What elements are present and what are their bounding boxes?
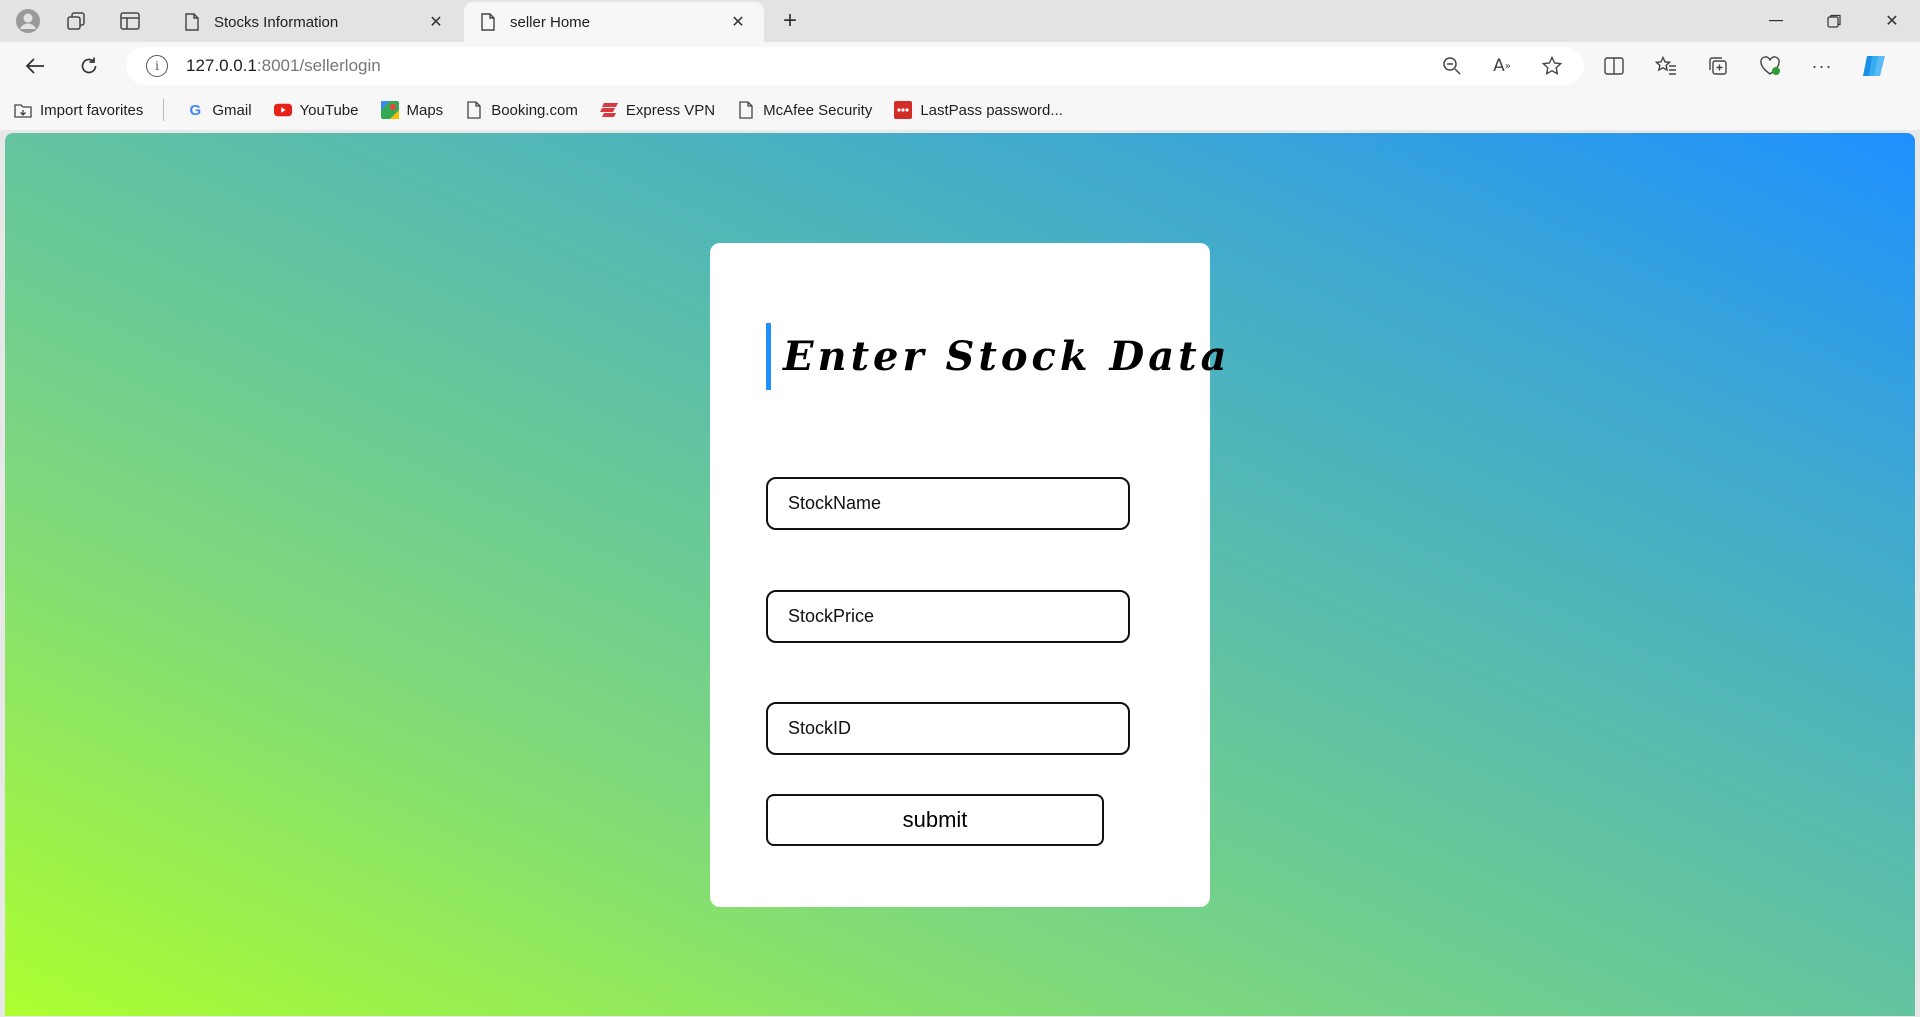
favorites-icon[interactable] bbox=[1652, 54, 1680, 78]
url-path: :8001/sellerlogin bbox=[256, 56, 381, 75]
submit-button[interactable]: submit bbox=[766, 794, 1104, 846]
address-bar[interactable]: i 127.0.0.1:8001/sellerlogin A» bbox=[126, 47, 1584, 85]
page-icon bbox=[185, 13, 199, 31]
close-window-icon[interactable]: ✕ bbox=[1864, 0, 1920, 42]
page-icon bbox=[481, 13, 495, 31]
vertical-tabs-icon[interactable] bbox=[112, 6, 148, 36]
browser-toolbar: i 127.0.0.1:8001/sellerlogin A» ··· bbox=[0, 42, 1920, 90]
restore-icon[interactable] bbox=[1806, 0, 1862, 42]
bookmark-lastpass[interactable]: LastPass password... bbox=[894, 101, 1063, 119]
form-heading: Enter Stock Data bbox=[766, 323, 1231, 390]
site-info-icon[interactable]: i bbox=[146, 55, 168, 77]
tab-title: Stocks Information bbox=[214, 13, 339, 31]
tab-seller-home[interactable]: seller Home ✕ bbox=[464, 2, 764, 42]
new-tab-button[interactable]: + bbox=[774, 6, 806, 36]
bookmark-express-vpn[interactable]: Express VPN bbox=[599, 101, 716, 119]
split-screen-icon[interactable] bbox=[1600, 54, 1628, 78]
more-options-icon[interactable]: ··· bbox=[1808, 54, 1836, 78]
stock-name-input[interactable] bbox=[766, 477, 1130, 530]
bookmark-label: Booking.com bbox=[491, 101, 578, 119]
maps-icon bbox=[380, 101, 399, 119]
stock-form-card: Enter Stock Data submit bbox=[710, 243, 1227, 907]
refresh-icon[interactable] bbox=[72, 50, 106, 82]
bookmark-label: Gmail bbox=[212, 101, 252, 119]
stock-id-input[interactable] bbox=[766, 702, 1130, 755]
bookmark-maps[interactable]: Maps bbox=[380, 101, 444, 119]
page-icon bbox=[465, 101, 483, 119]
page-background: Enter Stock Data submit bbox=[5, 133, 1915, 1016]
browser-essentials-icon[interactable] bbox=[1756, 54, 1784, 78]
bookmark-gmail[interactable]: G Gmail bbox=[186, 101, 252, 119]
google-icon: G bbox=[189, 101, 202, 119]
read-aloud-icon[interactable]: A» bbox=[1488, 54, 1516, 78]
zoom-out-icon[interactable] bbox=[1438, 54, 1466, 78]
bookmark-label: Maps bbox=[406, 101, 444, 119]
url-host: 127.0.0.1 bbox=[186, 56, 257, 75]
bookmark-separator bbox=[163, 99, 165, 121]
copilot-icon[interactable] bbox=[1860, 54, 1888, 78]
profile-icon[interactable] bbox=[10, 6, 46, 36]
close-icon[interactable]: ✕ bbox=[728, 12, 748, 32]
minimize-icon[interactable] bbox=[1748, 0, 1804, 42]
expressvpn-icon bbox=[599, 101, 618, 119]
url-text: 127.0.0.1:8001/sellerlogin bbox=[186, 56, 381, 76]
bookmark-label: YouTube bbox=[299, 101, 359, 119]
bookmark-booking[interactable]: Booking.com bbox=[465, 101, 578, 119]
collections-icon[interactable] bbox=[1704, 54, 1732, 78]
favorite-star-icon[interactable] bbox=[1538, 54, 1566, 78]
bookmark-label: LastPass password... bbox=[920, 101, 1063, 119]
bookmark-youtube[interactable]: YouTube bbox=[273, 101, 359, 119]
tab-title: seller Home bbox=[510, 13, 591, 31]
bookmark-label: McAfee Security bbox=[763, 101, 873, 119]
page-icon bbox=[737, 101, 755, 119]
bookmark-label: Import favorites bbox=[40, 101, 144, 119]
bookmark-mcafee[interactable]: McAfee Security bbox=[737, 101, 872, 119]
import-icon bbox=[14, 101, 32, 119]
tab-stocks-information[interactable]: Stocks Information ✕ bbox=[168, 2, 462, 42]
bookmark-import-favorites[interactable]: Import favorites bbox=[14, 101, 143, 119]
youtube-icon bbox=[273, 101, 292, 119]
tab-strip: Stocks Information ✕ seller Home ✕ + ✕ bbox=[0, 0, 1920, 42]
workspaces-icon[interactable] bbox=[58, 6, 94, 36]
close-icon[interactable]: ✕ bbox=[426, 12, 446, 32]
bookmark-label: Express VPN bbox=[625, 101, 716, 119]
bookmarks-bar: Import favorites G Gmail YouTube Maps Bo… bbox=[0, 90, 1920, 130]
stock-price-input[interactable] bbox=[766, 590, 1130, 643]
lastpass-icon bbox=[894, 101, 913, 119]
back-icon[interactable] bbox=[18, 50, 52, 82]
